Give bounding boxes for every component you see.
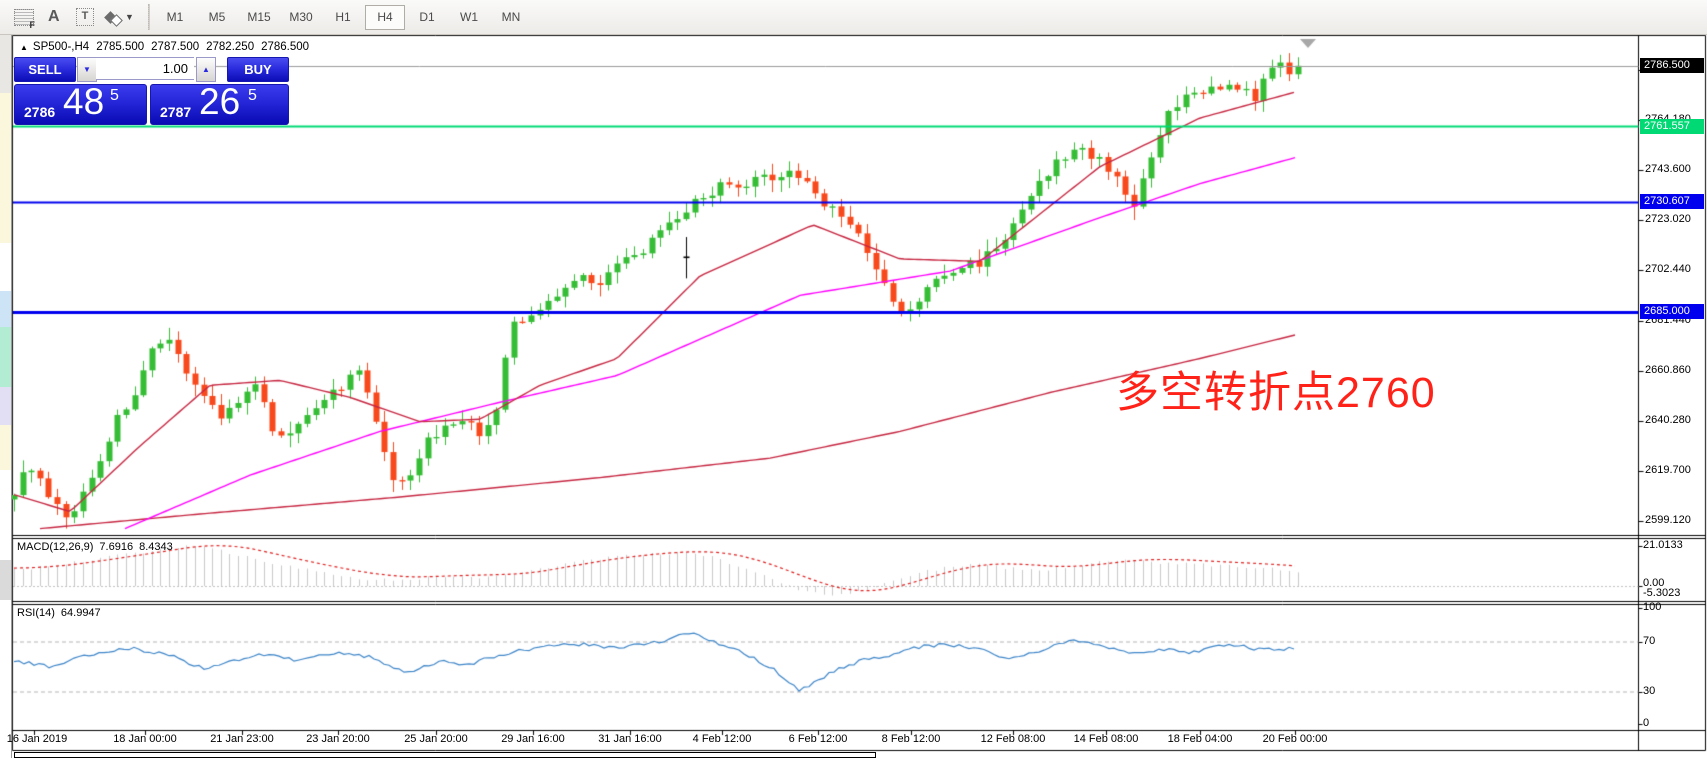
price-tick: 2599.120 bbox=[1645, 514, 1691, 526]
time-tick: 12 Feb 08:00 bbox=[968, 733, 1058, 745]
macd-label: MACD(12,26,9)7.69168.4343 bbox=[17, 541, 179, 553]
dropdown-caret-icon: ▼ bbox=[125, 12, 134, 22]
price-level-badge: 2761.557 bbox=[1640, 119, 1704, 134]
collapse-arrow-icon[interactable]: ▲ bbox=[20, 43, 28, 52]
time-tick: 31 Jan 16:00 bbox=[585, 733, 675, 745]
time-tick: 23 Jan 20:00 bbox=[293, 733, 383, 745]
draw-objects-icon[interactable]: ▼ bbox=[106, 6, 134, 28]
timeframe-button-m15[interactable]: M15 bbox=[239, 5, 279, 30]
price-tick: 2640.280 bbox=[1645, 414, 1691, 426]
timeframe-button-m1[interactable]: M1 bbox=[155, 5, 195, 30]
macd-axis-tick: 21.0133 bbox=[1643, 539, 1683, 551]
time-tick: 16 Jan 2019 bbox=[0, 733, 82, 745]
sell-button[interactable]: SELL bbox=[14, 57, 76, 82]
symbol-timeframe: SP500-,H4 bbox=[33, 41, 89, 53]
macd-axis-tick: -5.3023 bbox=[1643, 587, 1680, 599]
buy-button[interactable]: BUY bbox=[227, 57, 289, 82]
time-tick: 14 Feb 08:00 bbox=[1061, 733, 1151, 745]
time-tick: 8 Feb 12:00 bbox=[866, 733, 956, 745]
rsi-axis-tick: 30 bbox=[1643, 685, 1655, 697]
price-tick: 2723.020 bbox=[1645, 213, 1691, 225]
sell-price-sup: 5 bbox=[110, 87, 119, 105]
timeframe-button-m30[interactable]: M30 bbox=[281, 5, 321, 30]
timeframe-button-h4[interactable]: H4 bbox=[365, 5, 405, 30]
volume-input[interactable] bbox=[96, 57, 194, 80]
buy-price-display[interactable]: 2787 26 5 bbox=[150, 84, 289, 125]
rsi-axis-tick: 0 bbox=[1643, 717, 1649, 729]
time-tick: 21 Jan 23:00 bbox=[197, 733, 287, 745]
market-watch-edge bbox=[0, 33, 12, 758]
chart-header: ▲ SP500-,H4 2785.500 2787.500 2782.250 2786.5… bbox=[20, 41, 316, 53]
volume-increase-button[interactable]: ▲ bbox=[196, 57, 216, 82]
price-tick: 2619.700 bbox=[1645, 464, 1691, 476]
rsi-label: RSI(14)64.9947 bbox=[17, 607, 107, 619]
sell-price-big: 48 bbox=[63, 81, 104, 123]
toolbar: F A T ▼ M1M5M15M30H1H4D1W1MN bbox=[0, 0, 1707, 35]
time-tick: 18 Jan 00:00 bbox=[100, 733, 190, 745]
price-level-badge: 2786.500 bbox=[1640, 58, 1704, 73]
sell-price-display[interactable]: 2786 48 5 bbox=[14, 84, 147, 125]
ohlc-open: 2785.500 bbox=[96, 41, 144, 53]
horizontal-scrollbar-thumb[interactable] bbox=[14, 752, 876, 758]
ohlc-low: 2782.250 bbox=[206, 41, 254, 53]
time-tick: 18 Feb 04:00 bbox=[1155, 733, 1245, 745]
ohlc-high: 2787.500 bbox=[151, 41, 199, 53]
price-tick: 2660.860 bbox=[1645, 364, 1691, 376]
timeframe-button-h1[interactable]: H1 bbox=[323, 5, 363, 30]
time-tick: 29 Jan 16:00 bbox=[488, 733, 578, 745]
timeframe-button-mn[interactable]: MN bbox=[491, 5, 531, 30]
time-tick: 20 Feb 00:00 bbox=[1250, 733, 1340, 745]
buy-price-big: 26 bbox=[199, 81, 240, 123]
timeframe-button-d1[interactable]: D1 bbox=[407, 5, 447, 30]
volume-decrease-button[interactable]: ▼ bbox=[77, 57, 97, 82]
timeframe-button-m5[interactable]: M5 bbox=[197, 5, 237, 30]
timeframe-toolbar: M1M5M15M30H1H4D1W1MN bbox=[155, 5, 533, 30]
label-a-icon[interactable]: A bbox=[48, 6, 60, 28]
rsi-axis-tick: 70 bbox=[1643, 635, 1655, 647]
buy-price-prefix: 2787 bbox=[160, 104, 191, 120]
annotation-text: 多空转折点2760 bbox=[1116, 358, 1436, 420]
toolbar-separator bbox=[148, 4, 150, 30]
chart-grid-f-icon[interactable]: F bbox=[14, 6, 34, 28]
buy-price-sup: 5 bbox=[248, 87, 257, 105]
price-level-badge: 2685.000 bbox=[1640, 304, 1704, 319]
time-tick: 25 Jan 20:00 bbox=[391, 733, 481, 745]
textbox-t-icon[interactable]: T bbox=[76, 6, 94, 28]
price-tick: 2702.440 bbox=[1645, 263, 1691, 275]
price-level-badge: 2730.607 bbox=[1640, 194, 1704, 209]
timeframe-button-w1[interactable]: W1 bbox=[449, 5, 489, 30]
ohlc-close: 2786.500 bbox=[261, 41, 309, 53]
time-tick: 4 Feb 12:00 bbox=[677, 733, 767, 745]
price-tick: 2743.600 bbox=[1645, 163, 1691, 175]
time-tick: 6 Feb 12:00 bbox=[773, 733, 863, 745]
sell-price-prefix: 2786 bbox=[24, 104, 55, 120]
rsi-axis-tick: 100 bbox=[1643, 601, 1661, 613]
